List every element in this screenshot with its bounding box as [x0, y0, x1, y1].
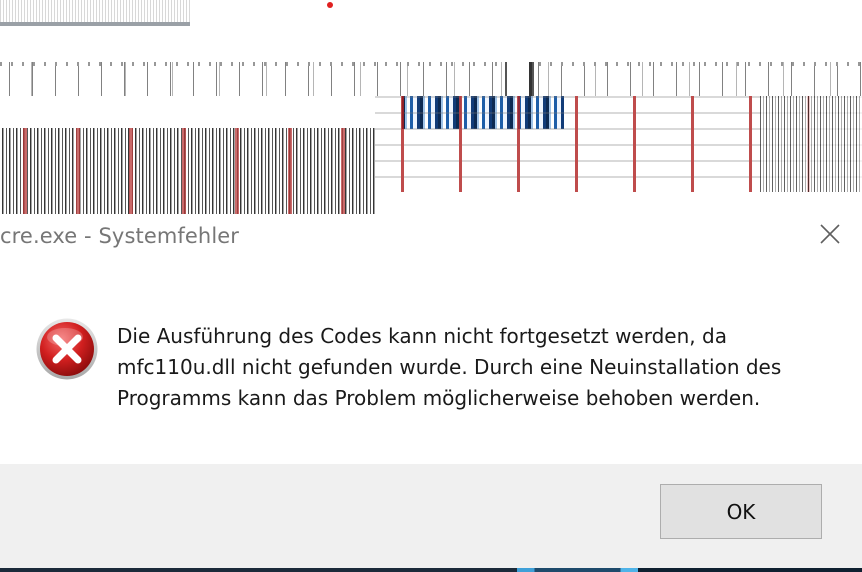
glitch-fragment — [505, 62, 535, 96]
glitch-fragment — [0, 0, 190, 26]
error-message-line: mfc110u.dll nicht gefunden wurde. Durch … — [117, 355, 782, 379]
glitch-fragment — [0, 128, 375, 214]
corrupted-background — [0, 0, 862, 214]
glitch-fragment — [760, 96, 862, 192]
notification-dot — [327, 2, 333, 8]
dialog-footer: OK — [0, 464, 862, 568]
close-icon — [820, 224, 840, 244]
dialog-content: Die Ausführung des Codes kann nicht fort… — [0, 258, 862, 464]
ok-button[interactable]: OK — [660, 484, 822, 539]
close-button[interactable] — [806, 214, 854, 254]
system-error-dialog: cre.exe - Systemfehler Die Ausführung de… — [0, 214, 862, 568]
error-icon — [35, 317, 99, 381]
dialog-title: cre.exe - Systemfehler — [0, 224, 240, 248]
error-message-line: Die Ausführung des Codes kann nicht fort… — [117, 324, 727, 348]
dialog-titlebar[interactable]: cre.exe - Systemfehler — [0, 214, 862, 258]
glitch-fragment — [0, 62, 862, 96]
error-message-line: Programms kann das Problem möglicherweis… — [117, 386, 761, 410]
error-message: Die Ausführung des Codes kann nicht fort… — [117, 321, 837, 414]
taskbar-glimpse — [0, 568, 862, 572]
